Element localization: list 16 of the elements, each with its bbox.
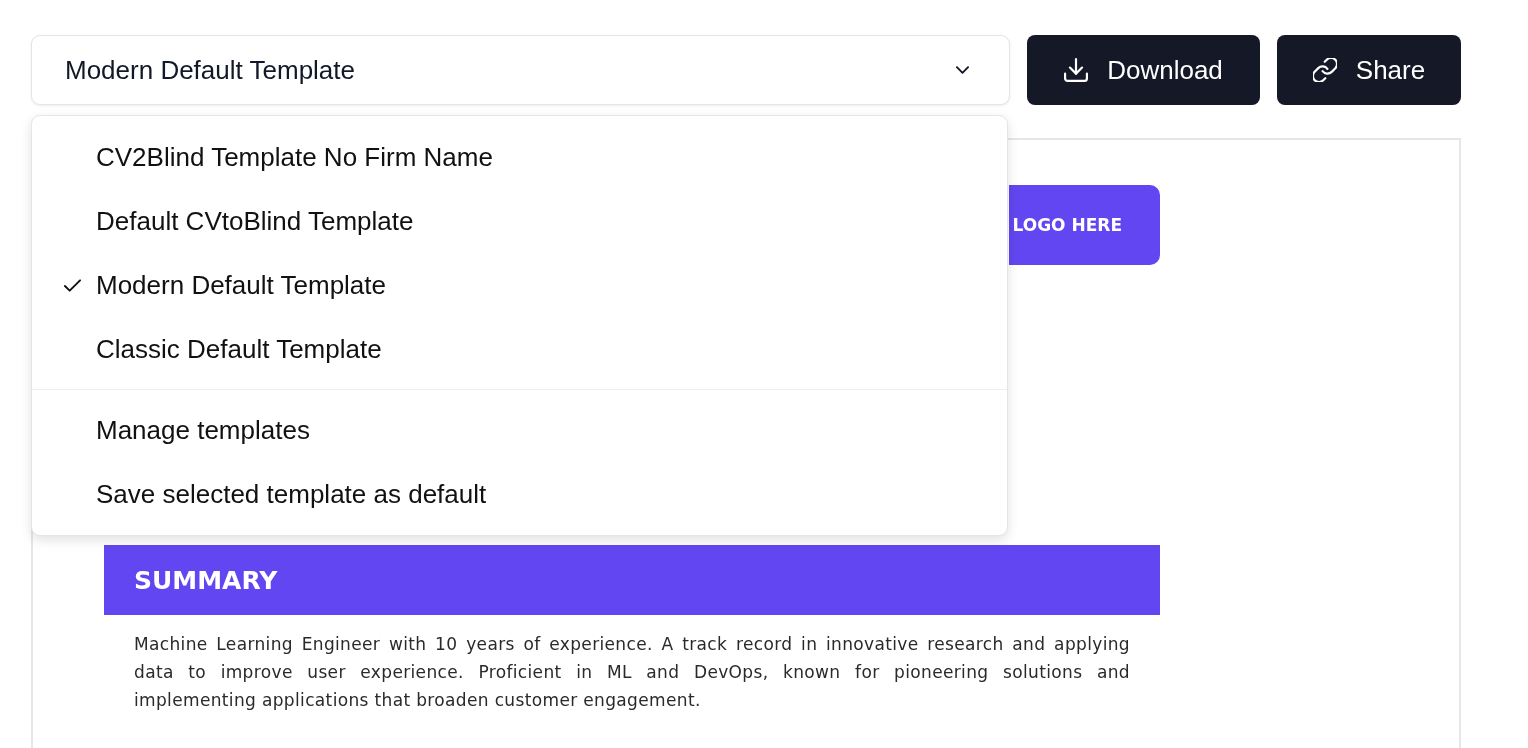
link-icon: [1312, 58, 1337, 82]
menu-item[interactable]: Default CVtoBlind Template: [32, 189, 1007, 253]
menu-item[interactable]: Save selected template as default: [32, 462, 1007, 526]
download-icon: [1064, 58, 1089, 82]
summary-text: Machine Learning Engineer with 10 years of experience. A track record in innovative research and applying data to improve user experience. Proficient in ML and DevOps, known for pioneering solutions and implementing applications that broaden customer engagement.: [134, 633, 1130, 712]
menu-item[interactable]: Modern Default Template: [32, 253, 1007, 317]
check-icon: [64, 278, 81, 292]
download-button[interactable]: Download: [1027, 35, 1260, 105]
section-heading: SUMMARY: [104, 545, 1160, 615]
menu-item[interactable]: Classic Default Template: [32, 317, 1007, 381]
chevron-down-icon: [956, 66, 969, 74]
share-button[interactable]: Share: [1277, 35, 1461, 105]
menu-item[interactable]: Manage templates: [32, 398, 1007, 462]
template-select[interactable]: Modern Default Template: [31, 35, 1010, 105]
logo-label: LOGO HERE: [1012, 215, 1122, 235]
menu-item[interactable]: CV2Blind Template No Firm Name: [32, 125, 1007, 189]
